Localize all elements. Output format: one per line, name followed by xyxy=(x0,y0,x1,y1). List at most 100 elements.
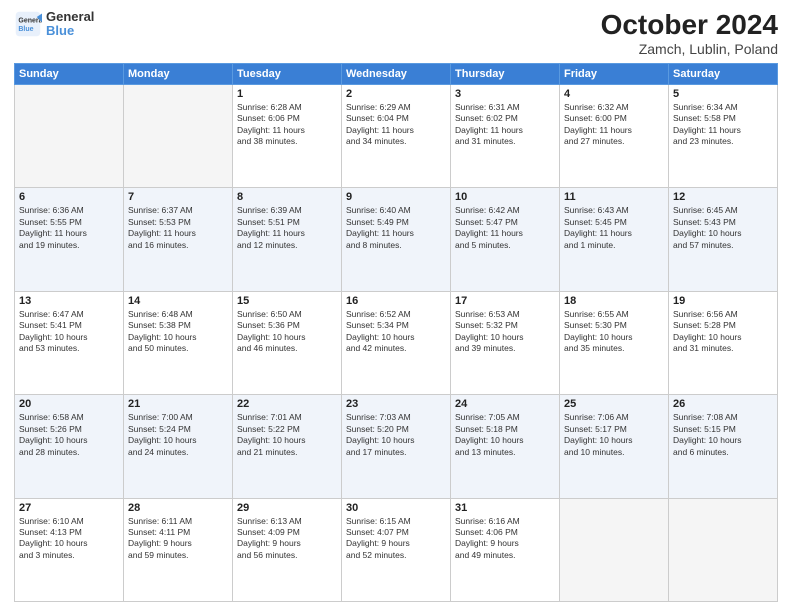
day-detail: Sunrise: 6:13 AM Sunset: 4:09 PM Dayligh… xyxy=(237,516,337,562)
calendar-cell: 30 Sunrise: 6:15 AM Sunset: 4:07 PM Dayli… xyxy=(342,498,451,601)
day-number: 15 xyxy=(237,295,337,307)
day-detail: Sunrise: 6:11 AM Sunset: 4:11 PM Dayligh… xyxy=(128,516,228,562)
day-number: 7 xyxy=(128,191,228,203)
weekday-header-friday: Friday xyxy=(560,63,669,84)
day-number: 11 xyxy=(564,191,664,203)
calendar-week-row: 20 Sunrise: 6:58 AM Sunset: 5:26 PM Dayli… xyxy=(15,395,778,498)
weekday-header-wednesday: Wednesday xyxy=(342,63,451,84)
page: General Blue General Blue October 2024 Z… xyxy=(0,0,792,612)
day-number: 6 xyxy=(19,191,119,203)
calendar-cell: 11Sunrise: 6:43 AM Sunset: 5:45 PM Dayli… xyxy=(560,188,669,291)
weekday-header-thursday: Thursday xyxy=(451,63,560,84)
day-number: 14 xyxy=(128,295,228,307)
calendar-cell: 9Sunrise: 6:40 AM Sunset: 5:49 PM Daylig… xyxy=(342,188,451,291)
calendar-cell: 21 Sunrise: 7:00 AM Sunset: 5:24 PM Dayli… xyxy=(124,395,233,498)
svg-text:Blue: Blue xyxy=(18,26,33,33)
calendar-cell: 25Sunrise: 7:06 AM Sunset: 5:17 PM Dayli… xyxy=(560,395,669,498)
day-number: 19 xyxy=(673,295,773,307)
calendar-cell: 29Sunrise: 6:13 AM Sunset: 4:09 PM Dayli… xyxy=(233,498,342,601)
calendar-cell: 16 Sunrise: 6:52 AM Sunset: 5:34 PM Dayli… xyxy=(342,291,451,394)
calendar-cell: 3Sunrise: 6:31 AM Sunset: 6:02 PM Daylig… xyxy=(451,84,560,187)
calendar-week-row: 13 Sunrise: 6:47 AM Sunset: 5:41 PM Dayli… xyxy=(15,291,778,394)
calendar-cell: 6Sunrise: 6:36 AM Sunset: 5:55 PM Daylig… xyxy=(15,188,124,291)
day-detail: Sunrise: 6:15 AM Sunset: 4:07 PM Dayligh… xyxy=(346,516,446,562)
day-detail: Sunrise: 6:42 AM Sunset: 5:47 PM Dayligh… xyxy=(455,205,555,251)
calendar-cell: 15Sunrise: 6:50 AM Sunset: 5:36 PM Dayli… xyxy=(233,291,342,394)
day-detail: Sunrise: 6:28 AM Sunset: 6:06 PM Dayligh… xyxy=(237,102,337,148)
calendar-cell: 2 Sunrise: 6:29 AM Sunset: 6:04 PM Daylig… xyxy=(342,84,451,187)
day-detail: Sunrise: 6:29 AM Sunset: 6:04 PM Dayligh… xyxy=(346,102,446,148)
day-number: 30 xyxy=(346,502,446,514)
day-number: 2 xyxy=(346,88,446,100)
day-detail: Sunrise: 6:45 AM Sunset: 5:43 PM Dayligh… xyxy=(673,205,773,251)
day-number: 24 xyxy=(455,398,555,410)
calendar-table: SundayMondayTuesdayWednesdayThursdayFrid… xyxy=(14,63,778,602)
calendar-cell: 8 Sunrise: 6:39 AM Sunset: 5:51 PM Daylig… xyxy=(233,188,342,291)
calendar-cell xyxy=(124,84,233,187)
calendar-cell: 4 Sunrise: 6:32 AM Sunset: 6:00 PM Daylig… xyxy=(560,84,669,187)
day-detail: Sunrise: 6:55 AM Sunset: 5:30 PM Dayligh… xyxy=(564,309,664,355)
calendar-cell: 23 Sunrise: 7:03 AM Sunset: 5:20 PM Dayli… xyxy=(342,395,451,498)
day-detail: Sunrise: 7:08 AM Sunset: 5:15 PM Dayligh… xyxy=(673,412,773,458)
day-detail: Sunrise: 6:53 AM Sunset: 5:32 PM Dayligh… xyxy=(455,309,555,355)
calendar-cell: 7 Sunrise: 6:37 AM Sunset: 5:53 PM Daylig… xyxy=(124,188,233,291)
day-detail: Sunrise: 6:52 AM Sunset: 5:34 PM Dayligh… xyxy=(346,309,446,355)
calendar-cell: 12 Sunrise: 6:45 AM Sunset: 5:43 PM Dayli… xyxy=(669,188,778,291)
weekday-header-sunday: Sunday xyxy=(15,63,124,84)
weekday-header-monday: Monday xyxy=(124,63,233,84)
day-number: 10 xyxy=(455,191,555,203)
day-detail: Sunrise: 6:40 AM Sunset: 5:49 PM Dayligh… xyxy=(346,205,446,251)
day-detail: Sunrise: 7:00 AM Sunset: 5:24 PM Dayligh… xyxy=(128,412,228,458)
day-number: 18 xyxy=(564,295,664,307)
day-detail: Sunrise: 6:58 AM Sunset: 5:26 PM Dayligh… xyxy=(19,412,119,458)
day-number: 13 xyxy=(19,295,119,307)
day-detail: Sunrise: 6:48 AM Sunset: 5:38 PM Dayligh… xyxy=(128,309,228,355)
header: General Blue General Blue October 2024 Z… xyxy=(14,10,778,57)
logo-text: General Blue xyxy=(46,10,94,39)
calendar-cell: 14 Sunrise: 6:48 AM Sunset: 5:38 PM Dayli… xyxy=(124,291,233,394)
day-number: 8 xyxy=(237,191,337,203)
day-number: 12 xyxy=(673,191,773,203)
calendar-cell: 31Sunrise: 6:16 AM Sunset: 4:06 PM Dayli… xyxy=(451,498,560,601)
day-detail: Sunrise: 6:37 AM Sunset: 5:53 PM Dayligh… xyxy=(128,205,228,251)
day-detail: Sunrise: 6:47 AM Sunset: 5:41 PM Dayligh… xyxy=(19,309,119,355)
logo: General Blue General Blue xyxy=(14,10,94,39)
day-number: 5 xyxy=(673,88,773,100)
day-detail: Sunrise: 7:03 AM Sunset: 5:20 PM Dayligh… xyxy=(346,412,446,458)
logo-line1: General xyxy=(46,10,94,24)
day-number: 20 xyxy=(19,398,119,410)
calendar-week-row: 27 Sunrise: 6:10 AM Sunset: 4:13 PM Dayli… xyxy=(15,498,778,601)
calendar-cell: 27 Sunrise: 6:10 AM Sunset: 4:13 PM Dayli… xyxy=(15,498,124,601)
calendar-cell: 17Sunrise: 6:53 AM Sunset: 5:32 PM Dayli… xyxy=(451,291,560,394)
calendar-cell: 10 Sunrise: 6:42 AM Sunset: 5:47 PM Dayli… xyxy=(451,188,560,291)
day-detail: Sunrise: 6:32 AM Sunset: 6:00 PM Dayligh… xyxy=(564,102,664,148)
day-detail: Sunrise: 6:39 AM Sunset: 5:51 PM Dayligh… xyxy=(237,205,337,251)
day-number: 27 xyxy=(19,502,119,514)
day-number: 23 xyxy=(346,398,446,410)
logo-icon: General Blue xyxy=(14,10,42,38)
calendar-cell: 28 Sunrise: 6:11 AM Sunset: 4:11 PM Dayli… xyxy=(124,498,233,601)
calendar-cell: 22Sunrise: 7:01 AM Sunset: 5:22 PM Dayli… xyxy=(233,395,342,498)
day-number: 25 xyxy=(564,398,664,410)
calendar-week-row: 1 Sunrise: 6:28 AM Sunset: 6:06 PM Daylig… xyxy=(15,84,778,187)
day-detail: Sunrise: 6:56 AM Sunset: 5:28 PM Dayligh… xyxy=(673,309,773,355)
day-detail: Sunrise: 7:01 AM Sunset: 5:22 PM Dayligh… xyxy=(237,412,337,458)
calendar-cell: 13 Sunrise: 6:47 AM Sunset: 5:41 PM Dayli… xyxy=(15,291,124,394)
calendar-cell: 1 Sunrise: 6:28 AM Sunset: 6:06 PM Daylig… xyxy=(233,84,342,187)
calendar-cell: 19 Sunrise: 6:56 AM Sunset: 5:28 PM Dayli… xyxy=(669,291,778,394)
calendar-cell: 5Sunrise: 6:34 AM Sunset: 5:58 PM Daylig… xyxy=(669,84,778,187)
calendar-cell: 24Sunrise: 7:05 AM Sunset: 5:18 PM Dayli… xyxy=(451,395,560,498)
calendar-week-row: 6Sunrise: 6:36 AM Sunset: 5:55 PM Daylig… xyxy=(15,188,778,291)
calendar-cell xyxy=(15,84,124,187)
day-number: 28 xyxy=(128,502,228,514)
day-number: 21 xyxy=(128,398,228,410)
calendar-cell: 20 Sunrise: 6:58 AM Sunset: 5:26 PM Dayli… xyxy=(15,395,124,498)
calendar-cell: 18 Sunrise: 6:55 AM Sunset: 5:30 PM Dayli… xyxy=(560,291,669,394)
day-number: 16 xyxy=(346,295,446,307)
day-number: 4 xyxy=(564,88,664,100)
logo-line2: Blue xyxy=(46,24,94,38)
day-detail: Sunrise: 6:10 AM Sunset: 4:13 PM Dayligh… xyxy=(19,516,119,562)
weekday-header-row: SundayMondayTuesdayWednesdayThursdayFrid… xyxy=(15,63,778,84)
day-number: 1 xyxy=(237,88,337,100)
calendar-cell xyxy=(669,498,778,601)
